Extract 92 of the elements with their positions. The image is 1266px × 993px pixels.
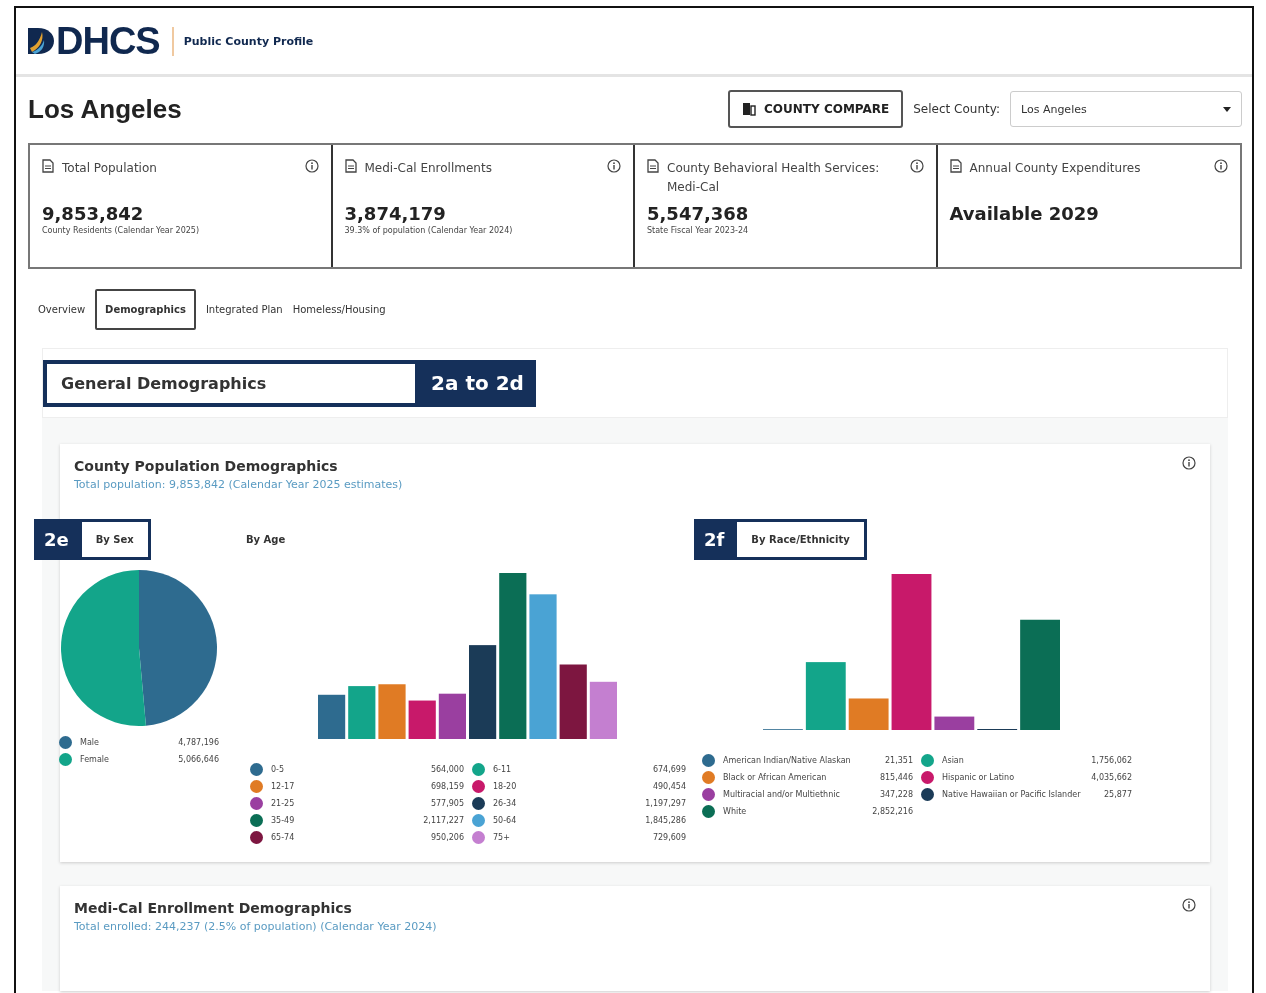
legend-value: 950,206 (430, 833, 464, 842)
legend-value: 815,446 (879, 773, 913, 782)
legend-value: 577,905 (430, 799, 464, 808)
caret-icon (1223, 106, 1231, 112)
callout-tag: 2a to 2d (419, 359, 536, 407)
app-subtitle: Public County Profile (171, 26, 314, 56)
info-icon[interactable] (1182, 456, 1196, 470)
kpi-title: Medi-Cal Enrollments (364, 160, 493, 177)
chart-bar (408, 700, 436, 739)
chart-label: By Age (246, 532, 287, 547)
legend-value: 729,609 (652, 833, 686, 842)
legend-label: American Indian/Native Alaskan (723, 756, 852, 765)
kpi-title: Total Population (62, 160, 158, 177)
kpi-note: State Fiscal Year 2023-24 (647, 226, 750, 235)
card-title: County Population Demographics (74, 458, 338, 474)
tab[interactable]: Demographics (95, 289, 196, 330)
legend-label: White (723, 807, 748, 816)
chart-bar (805, 662, 846, 730)
document-icon (42, 159, 54, 173)
legend-label: Black or African American (723, 773, 828, 782)
section-title: General Demographics (43, 359, 419, 407)
chart-bar (348, 686, 376, 739)
legend-label: Female (80, 755, 110, 764)
chart-bar (934, 716, 975, 730)
tab[interactable]: Integrated Plan (205, 304, 283, 315)
info-icon[interactable] (607, 159, 621, 173)
chart-bar (589, 681, 617, 739)
compare-icon (742, 102, 757, 116)
kpi-title: County Behavioral Health Services: Medi-Cal (667, 160, 881, 196)
county-title: Los Angeles (28, 93, 182, 125)
legend-value: 21,351 (885, 756, 913, 765)
legend-label: Male (80, 738, 100, 747)
legend-value: 674,699 (652, 765, 686, 774)
card-subtitle: Total population: 9,853,842 (Calendar Year 2025 estimates) (74, 478, 403, 491)
kpi-value: 5,547,368 (647, 203, 750, 224)
document-icon (647, 159, 659, 173)
legend-value: 698,159 (430, 782, 464, 791)
county-select[interactable]: Los Angeles (1010, 91, 1242, 127)
callout-tag: 2e (34, 519, 79, 560)
legend-label: 6-11 (493, 765, 513, 774)
info-icon[interactable] (909, 159, 924, 173)
tab[interactable]: Overview (38, 304, 86, 315)
chart-bar (438, 693, 466, 739)
info-icon[interactable] (304, 159, 319, 173)
callout-tag: 2f (694, 519, 735, 560)
legend-label: Multiracial and/or Multiethnic (723, 790, 841, 799)
legend-value: 25,877 (1104, 790, 1132, 799)
info-icon[interactable] (1182, 898, 1196, 912)
legend-label: 65-74 (271, 833, 296, 842)
card-subtitle: Total enrolled: 244,237 (2.5% of population) (Calendar Year 2024) (74, 920, 437, 933)
legend-value: 564,000 (430, 765, 464, 774)
legend-value: 5,066,646 (178, 755, 219, 764)
legend-label: Hispanic or Latino (942, 773, 1016, 782)
legend-value: 1,845,286 (645, 816, 686, 825)
document-icon (949, 159, 962, 173)
legend-label: 75+ (493, 833, 511, 842)
select-county-label: Select County: (913, 102, 1000, 116)
legend-value: 4,035,662 (1091, 773, 1132, 782)
legend-label: 35-49 (271, 816, 296, 825)
legend-label: 12-17 (271, 782, 296, 791)
logo-text: DHCS (56, 19, 160, 63)
info-icon[interactable] (1214, 159, 1228, 173)
legend-label: 50-64 (493, 816, 518, 825)
legend-value: 1,756,062 (1091, 756, 1132, 765)
chart-bar (848, 698, 889, 730)
logo-icon (28, 26, 54, 56)
legend-label: 26-34 (493, 799, 518, 808)
legend-label: 21-25 (271, 799, 296, 808)
legend-value: 2,117,227 (423, 816, 464, 825)
chart-label: By Sex (78, 519, 151, 560)
county-compare-button[interactable]: COUNTY COMPARE (728, 90, 904, 128)
kpi-value: 9,853,842 (42, 203, 145, 224)
legend-value: 4,787,196 (178, 738, 219, 747)
legend-value: 2,852,216 (872, 807, 913, 816)
kpi-note: County Residents (Calendar Year 2025) (42, 226, 201, 235)
legend-label: Native Hawaiian or Pacific Islander (942, 790, 1082, 799)
tab[interactable]: Homeless/Housing (292, 304, 386, 315)
kpi-value: Available 2029 (949, 203, 1100, 224)
chart-bar (318, 694, 346, 739)
card-title: Medi-Cal Enrollment Demographics (74, 900, 352, 916)
legend-value: 490,454 (652, 782, 686, 791)
chart-bar (378, 684, 406, 739)
legend-label: 0-5 (271, 765, 286, 774)
kpi-value: 3,874,179 (344, 203, 447, 224)
legend-value: 1,197,297 (645, 799, 686, 808)
legend-label: Asian (942, 756, 965, 765)
chart-label: By Race/Ethnicity (734, 519, 867, 560)
kpi-title: Annual County Expenditures (969, 160, 1142, 177)
legend-label: 18-20 (493, 782, 518, 791)
document-icon (344, 159, 357, 173)
legend-value: 347,228 (879, 790, 913, 799)
kpi-note: 39.3% of population (Calendar Year 2024) (344, 226, 514, 235)
